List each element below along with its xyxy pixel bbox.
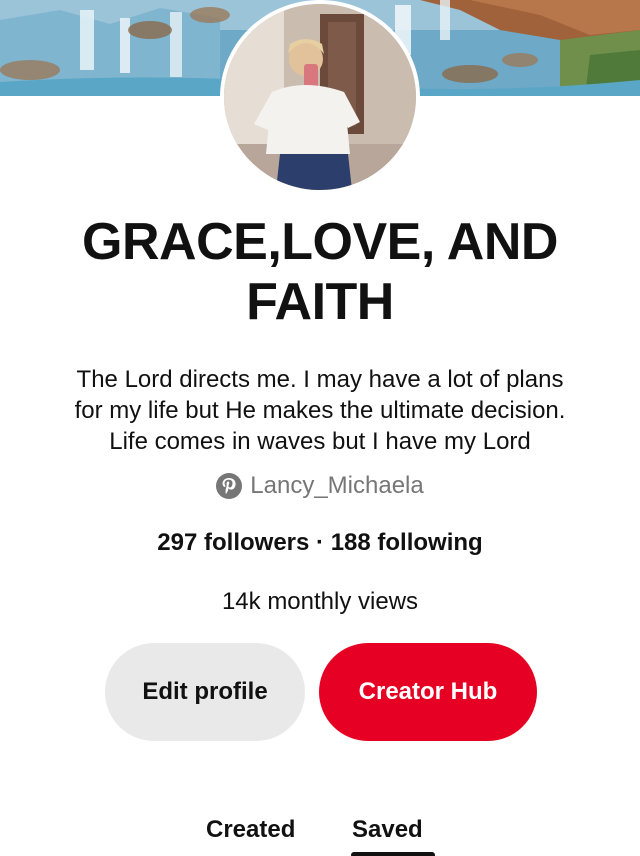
profile-display-name: GRACE,LOVE, AND FAITH	[20, 212, 620, 332]
tab-created[interactable]: Created	[206, 812, 295, 848]
profile-bio: The Lord directs me. I may have a lot of…	[20, 364, 620, 457]
monthly-views: 14k monthly views	[221, 588, 419, 615]
creator-hub-button[interactable]: Creator Hub	[319, 643, 537, 741]
profile-tabs: Created Saved	[0, 812, 640, 856]
bio-line-1: The Lord directs me. I may have a lot of…	[76, 366, 564, 393]
avatar[interactable]	[220, 0, 420, 194]
tab-saved[interactable]: Saved	[352, 812, 423, 848]
display-name-line-2: FAITH	[246, 273, 394, 331]
active-tab-indicator	[351, 852, 435, 856]
pinterest-icon	[216, 473, 243, 499]
profile-page: GRACE,LOVE, AND FAITH The Lord directs m…	[0, 0, 640, 856]
display-name-line-1: GRACE,LOVE, AND	[82, 213, 558, 271]
profile-photo	[224, 4, 416, 190]
follow-stats[interactable]: 297 followers · 188 following	[0, 527, 640, 559]
profile-handle[interactable]: Lancy_Michaela	[0, 470, 640, 502]
bio-line-3: Life comes in waves but I have my Lord	[109, 428, 531, 455]
edit-profile-button[interactable]: Edit profile	[105, 643, 305, 741]
handle-text: Lancy_Michaela	[250, 472, 424, 499]
bio-line-2: for my life but He makes the ultimate de…	[74, 397, 566, 424]
